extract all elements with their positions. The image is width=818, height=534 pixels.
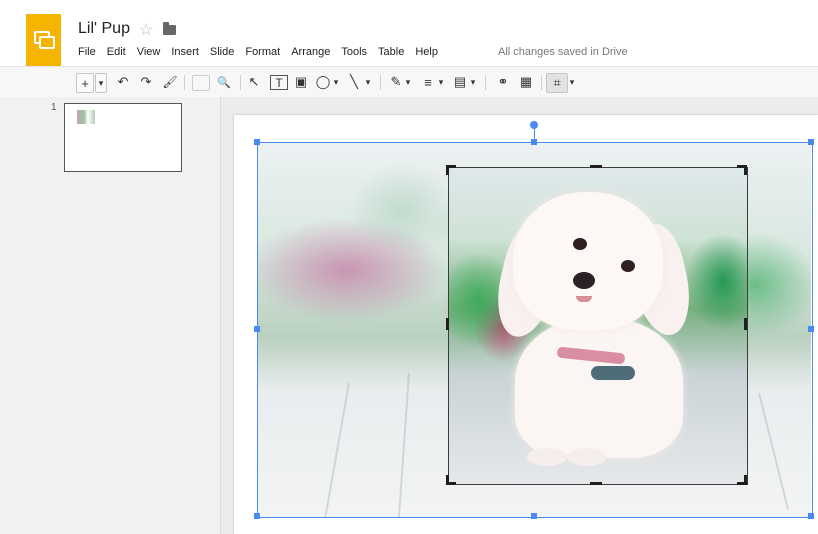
crop-handle-top-left[interactable] xyxy=(446,165,449,175)
select-tool-icon[interactable]: ↖ xyxy=(247,73,261,91)
crop-dropdown[interactable]: ▾ xyxy=(568,73,576,91)
rotation-handle[interactable] xyxy=(530,121,538,129)
menu-format[interactable]: Format xyxy=(245,46,280,60)
dog-nose xyxy=(573,272,595,289)
menu-arrange[interactable]: Arrange xyxy=(291,46,330,60)
resize-handle-bottom[interactable] xyxy=(531,513,537,519)
logo-glyph-front xyxy=(39,36,55,49)
comment-icon[interactable]: ▦ xyxy=(518,73,534,91)
resize-handle-right[interactable] xyxy=(808,326,814,332)
zoom-icon[interactable]: 🔍 xyxy=(216,73,232,91)
document-title[interactable]: Lil' Pup xyxy=(78,20,130,38)
new-slide-dropdown[interactable]: ▾ xyxy=(95,73,107,93)
line-dash-dropdown[interactable]: ▾ xyxy=(469,73,477,91)
dog-paw-right xyxy=(567,448,607,466)
dog-eye-right xyxy=(621,260,635,272)
resize-handle-bottom-left[interactable] xyxy=(254,513,260,519)
crop-handle-right[interactable] xyxy=(744,318,747,330)
line-weight-icon[interactable]: ≡ xyxy=(420,73,436,91)
toolbar-divider xyxy=(485,75,486,90)
slide-number: 1 xyxy=(51,102,57,113)
slides-logo-icon[interactable] xyxy=(26,14,61,66)
menu-help[interactable]: Help xyxy=(415,46,438,60)
thumbnail-image xyxy=(77,110,95,124)
resize-handle-top[interactable] xyxy=(531,139,537,145)
menu-view[interactable]: View xyxy=(137,46,161,60)
save-status[interactable]: All changes saved in Drive xyxy=(498,46,628,58)
crop-icon[interactable]: ⌗ xyxy=(546,73,568,93)
dog-body xyxy=(515,318,683,458)
toolbar-divider xyxy=(541,75,542,90)
dog-paw-left xyxy=(527,448,567,466)
textbox-tool-icon[interactable]: T xyxy=(270,75,288,90)
new-slide-button[interactable]: + xyxy=(76,73,94,93)
shape-tool-dropdown[interactable]: ▾ xyxy=(332,73,340,91)
star-icon[interactable]: ☆ xyxy=(139,20,153,40)
resize-handle-left[interactable] xyxy=(254,326,260,332)
dog-tag xyxy=(591,366,635,380)
undo-icon[interactable]: ↶ xyxy=(115,73,131,91)
folder-icon[interactable] xyxy=(163,22,176,35)
menu-slide[interactable]: Slide xyxy=(210,46,234,60)
toolbar-divider xyxy=(184,75,185,90)
toolbar: + ▾ ↶ ↷ 🖌 🔍 ↖ T ▣ ◯ ▾ ╲ ▾ ✎ ▾ ≡ ▾ ▤ ▾ ⚭ … xyxy=(0,66,818,98)
pen-color-dropdown[interactable]: ▾ xyxy=(404,73,412,91)
toolbar-divider xyxy=(240,75,241,90)
crop-handle-bottom-right[interactable] xyxy=(744,475,747,485)
line-tool-icon[interactable]: ╲ xyxy=(346,73,362,91)
toolbar-divider xyxy=(380,75,381,90)
resize-handle-top-left[interactable] xyxy=(254,139,260,145)
crop-handle-bottom[interactable] xyxy=(590,482,602,485)
menu-bar: File Edit View Insert Slide Format Arran… xyxy=(78,46,449,60)
slide-thumbnail[interactable] xyxy=(64,103,182,172)
menu-file[interactable]: File xyxy=(78,46,96,60)
menu-tools[interactable]: Tools xyxy=(341,46,367,60)
redo-icon[interactable]: ↷ xyxy=(138,73,154,91)
line-weight-dropdown[interactable]: ▾ xyxy=(437,73,445,91)
crop-region[interactable] xyxy=(448,167,748,485)
link-icon[interactable]: ⚭ xyxy=(494,73,512,91)
fit-icon[interactable] xyxy=(192,75,210,91)
menu-edit[interactable]: Edit xyxy=(107,46,126,60)
dog-eye-left xyxy=(573,238,587,250)
pen-color-icon[interactable]: ✎ xyxy=(388,73,404,91)
menu-table[interactable]: Table xyxy=(378,46,404,60)
crop-handle-top-right[interactable] xyxy=(744,165,747,175)
shape-tool-icon[interactable]: ◯ xyxy=(315,73,331,91)
line-dash-icon[interactable]: ▤ xyxy=(452,73,468,91)
dog-head xyxy=(513,192,663,330)
line-tool-dropdown[interactable]: ▾ xyxy=(364,73,372,91)
crop-handle-top[interactable] xyxy=(590,165,602,168)
paint-format-icon[interactable]: 🖌 xyxy=(162,73,178,91)
image-tool-icon[interactable]: ▣ xyxy=(294,73,308,91)
resize-handle-top-right[interactable] xyxy=(808,139,814,145)
crop-handle-bottom-left[interactable] xyxy=(446,475,449,485)
menu-insert[interactable]: Insert xyxy=(171,46,199,60)
resize-handle-bottom-right[interactable] xyxy=(808,513,814,519)
crop-handle-left[interactable] xyxy=(446,318,449,330)
